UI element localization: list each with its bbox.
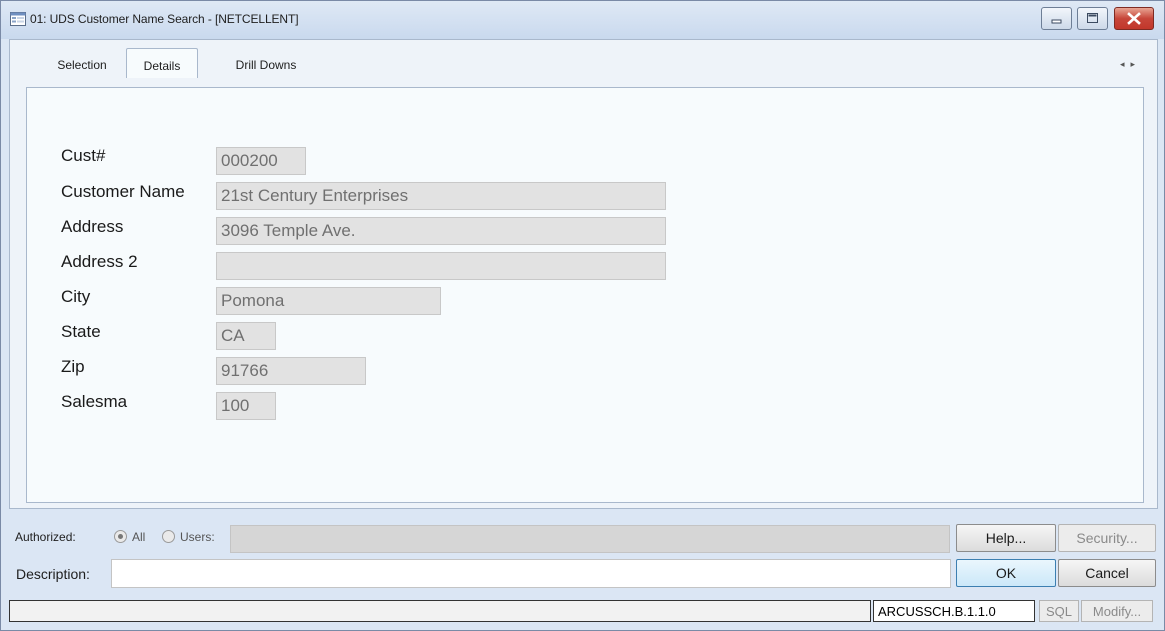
minimize-icon: [1051, 19, 1062, 24]
cust-number-field: 000200: [216, 147, 306, 175]
address-2-field: [216, 252, 666, 280]
tab-drill-downs[interactable]: Drill Downs: [206, 52, 326, 78]
customer-name-label: Customer Name: [61, 182, 185, 201]
close-icon: [1127, 12, 1141, 25]
tab-selection[interactable]: Selection: [32, 52, 132, 78]
address-field: 3096 Temple Ave.: [216, 217, 666, 245]
users-field: [230, 525, 950, 553]
salesman-field: 100: [216, 392, 276, 420]
state-label: State: [61, 322, 101, 341]
zip-field: 91766: [216, 357, 366, 385]
address-label: Address: [61, 217, 124, 236]
tab-scroll-right-icon[interactable]: ▸: [1130, 59, 1141, 69]
customer-name-field: 21st Century Enterprises: [216, 182, 666, 210]
security-button[interactable]: Security...: [1058, 524, 1156, 552]
window-title: 01: UDS Customer Name Search - [NETCELLE…: [30, 12, 299, 26]
app-window: 01: UDS Customer Name Search - [NETCELLE…: [0, 0, 1165, 631]
radio-users-label: Users:: [180, 530, 215, 544]
details-panel: Cust# 000200 Customer Name 21st Century …: [26, 87, 1144, 503]
radio-all-label: All: [132, 530, 146, 544]
description-input[interactable]: [111, 559, 951, 588]
state-field: CA: [216, 322, 276, 350]
zip-label: Zip: [61, 357, 85, 376]
radio-users[interactable]: [162, 530, 175, 543]
close-button[interactable]: [1114, 7, 1154, 30]
tab-details[interactable]: Details: [126, 48, 198, 78]
maximize-button[interactable]: [1077, 7, 1108, 30]
form-client-area: Selection Details Drill Downs ◂▸ Cust# 0…: [9, 39, 1158, 509]
sql-button[interactable]: SQL: [1039, 600, 1079, 622]
minimize-button[interactable]: [1041, 7, 1072, 30]
radio-all[interactable]: [114, 530, 127, 543]
tab-scroll-arrows[interactable]: ◂▸: [1120, 59, 1141, 70]
city-label: City: [61, 287, 91, 306]
address-2-label: Address 2: [61, 252, 138, 271]
tab-scroll-left-icon[interactable]: ◂: [1120, 59, 1131, 69]
cancel-button[interactable]: Cancel: [1058, 559, 1156, 587]
maximize-icon: [1087, 13, 1098, 23]
ok-button[interactable]: OK: [956, 559, 1056, 587]
description-label: Description:: [16, 566, 90, 582]
form-window-icon: [10, 12, 26, 26]
authorized-label: Authorized:: [15, 530, 76, 544]
status-bar: ARCUSSCH.B.1.1.0 SQL Modify...: [7, 598, 1158, 625]
title-bar[interactable]: 01: UDS Customer Name Search - [NETCELLE…: [1, 1, 1164, 39]
salesman-label: Salesma: [61, 392, 128, 411]
cust-number-label: Cust#: [61, 146, 106, 165]
status-message: [9, 600, 871, 622]
help-button[interactable]: Help...: [956, 524, 1056, 552]
program-code: ARCUSSCH.B.1.1.0: [873, 600, 1035, 622]
modify-button[interactable]: Modify...: [1081, 600, 1153, 622]
city-field: Pomona: [216, 287, 441, 315]
